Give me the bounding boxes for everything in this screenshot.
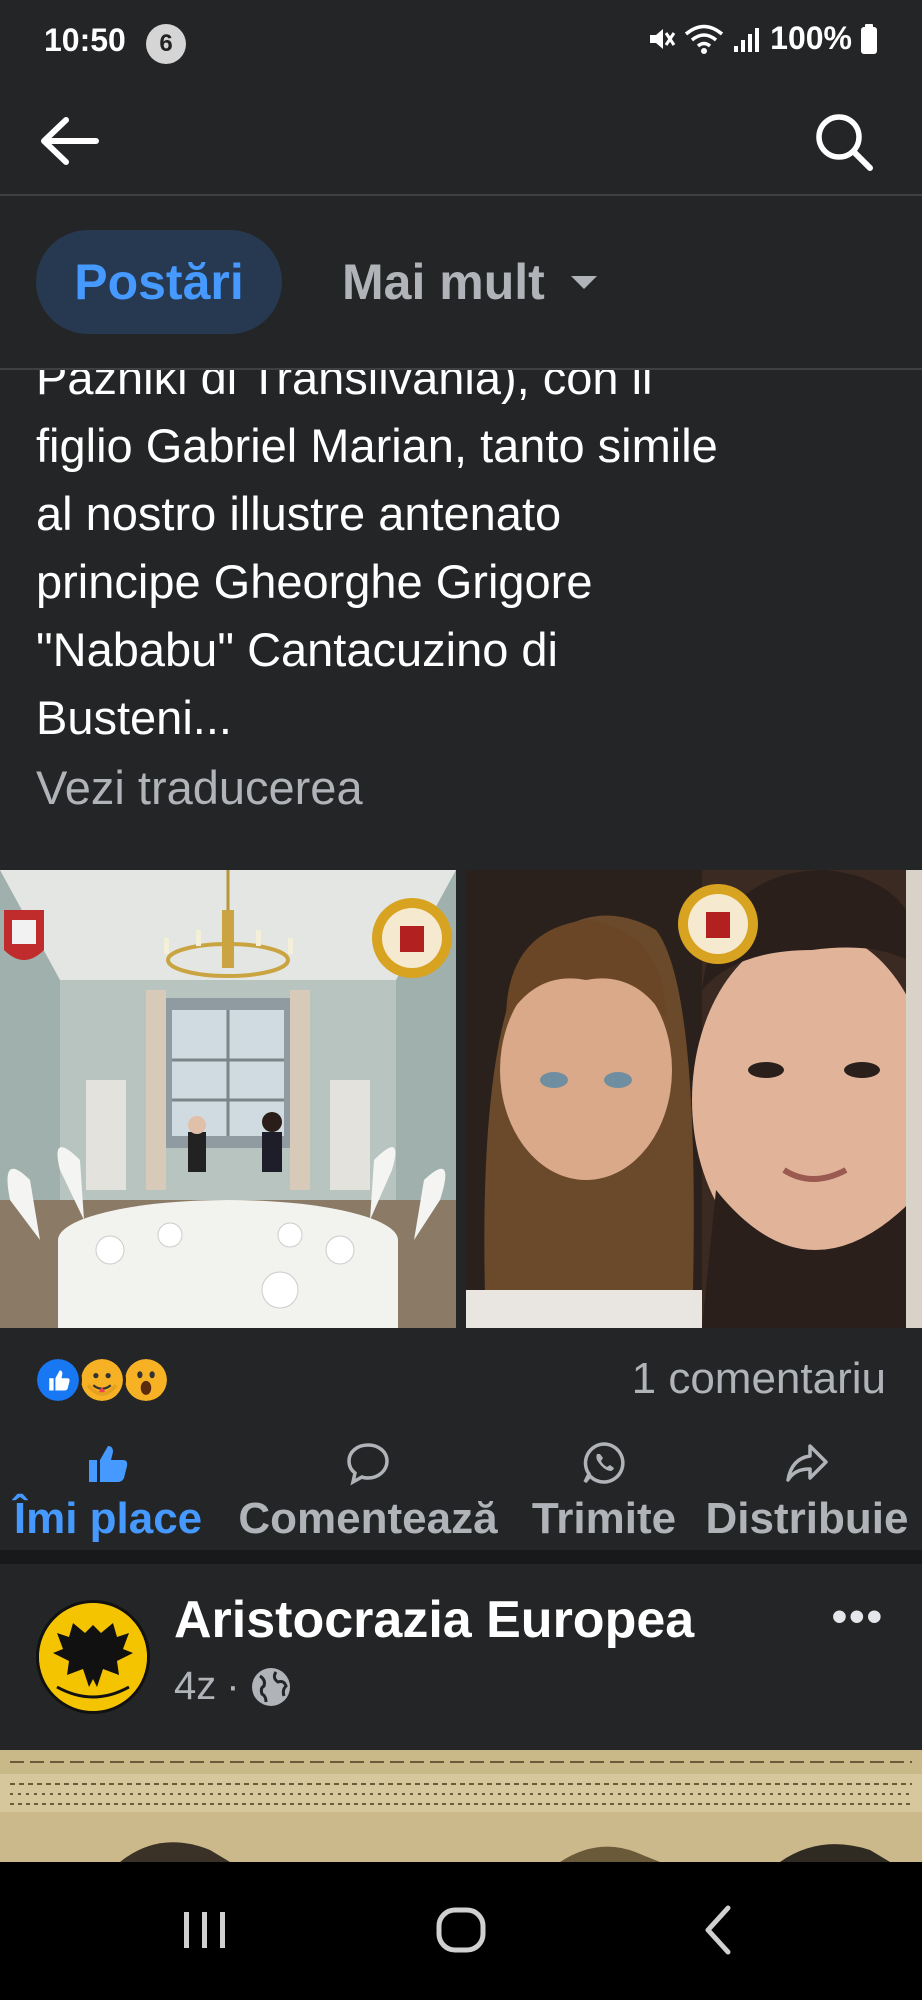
- caret-down-icon: [570, 276, 597, 290]
- post-text-line: principe Gheorghe Grigore: [36, 555, 593, 608]
- reactions-summary[interactable]: 1 comentariu: [0, 1330, 922, 1430]
- more-options-button[interactable]: •••: [832, 1592, 884, 1642]
- post-actions: Îmi place Comentează Trimite Distribuie: [0, 1430, 922, 1550]
- post-text-line: figlio Gabriel Marian, tanto simile: [36, 419, 718, 472]
- comment-button[interactable]: Comentează: [230, 1430, 506, 1550]
- send-button[interactable]: Trimite: [524, 1430, 684, 1550]
- recents-icon: [184, 1912, 225, 1948]
- status-time: 10:50: [44, 22, 126, 58]
- share-label: Distribuie: [705, 1494, 909, 1543]
- meta-separator: ·: [226, 1664, 240, 1708]
- back-button[interactable]: [34, 106, 104, 176]
- post-photo-dining-room[interactable]: [0, 870, 456, 1328]
- tab-more-label: Mai mult: [342, 254, 545, 310]
- comment-count[interactable]: 1 comentariu: [632, 1354, 886, 1404]
- post-text-line: "Nababu" Cantacuzino di: [36, 623, 558, 676]
- thumbs-up-icon: [89, 1446, 128, 1482]
- post-text-line: Pazniki di Transilvania), con il: [36, 370, 653, 404]
- page-avatar[interactable]: [36, 1600, 150, 1714]
- system-navigation-bar: [0, 1862, 922, 2000]
- profile-tabs: Postări Mai mult: [0, 196, 922, 368]
- see-translation-link[interactable]: Vezi traducerea: [36, 760, 363, 815]
- notification-badge: 6: [146, 24, 186, 64]
- send-label: Trimite: [531, 1494, 677, 1543]
- like-button[interactable]: Îmi place: [8, 1430, 208, 1550]
- tab-more[interactable]: Mai mult: [342, 230, 597, 334]
- post-image-document[interactable]: [0, 1750, 922, 1862]
- like-icon: [34, 1356, 82, 1404]
- top-navigation: [0, 86, 922, 194]
- share-button[interactable]: Distribuie: [700, 1430, 914, 1550]
- post-text-area: Pazniki di Transilvania), con il figlio …: [0, 370, 922, 870]
- system-back-button[interactable]: [690, 1900, 750, 1960]
- wow-icon: [122, 1356, 170, 1404]
- arrow-left-icon: [41, 117, 99, 165]
- status-icons: 100%: [646, 20, 878, 57]
- post-text-line: al nostro illustre antenato: [36, 487, 562, 540]
- home-button[interactable]: [431, 1900, 491, 1960]
- globe-icon: [251, 1667, 290, 1706]
- search-button[interactable]: [808, 106, 878, 176]
- dining-room-image: [0, 870, 456, 1328]
- home-icon: [436, 1907, 486, 1953]
- historical-document-image: [0, 1750, 922, 1862]
- comment-label: Comentează: [238, 1494, 498, 1543]
- chevron-left-icon: [705, 1905, 731, 1955]
- signal-icon: [734, 27, 760, 52]
- post-meta: 4z ·: [174, 1664, 292, 1709]
- post-photo-portraits[interactable]: [466, 870, 922, 1328]
- comment-icon: [347, 1443, 389, 1486]
- search-icon: [816, 114, 873, 171]
- like-label: Îmi place: [13, 1494, 203, 1543]
- tab-posts[interactable]: Postări: [36, 230, 282, 334]
- battery-icon: [861, 23, 877, 54]
- care-icon: [78, 1356, 126, 1404]
- portraits-image: [466, 870, 922, 1328]
- post-text-line: Busteni...: [36, 691, 232, 744]
- post-header: Aristocrazia Europea 4z · •••: [0, 1564, 922, 1750]
- page-name[interactable]: Aristocrazia Europea: [174, 1590, 694, 1650]
- share-icon: [786, 1444, 828, 1482]
- double-headed-eagle-icon: [39, 1603, 147, 1711]
- wifi-icon: [685, 24, 724, 54]
- mute-icon: [650, 28, 676, 49]
- battery-percent: 100%: [770, 20, 852, 56]
- post-time[interactable]: 4z: [174, 1664, 216, 1709]
- status-bar: 10:50 6 100%: [0, 0, 922, 86]
- recents-button[interactable]: [174, 1900, 234, 1960]
- whatsapp-icon: [583, 1442, 625, 1484]
- feed-separator: [0, 1550, 922, 1564]
- post-text: Pazniki di Transilvania), con il figlio …: [36, 370, 896, 752]
